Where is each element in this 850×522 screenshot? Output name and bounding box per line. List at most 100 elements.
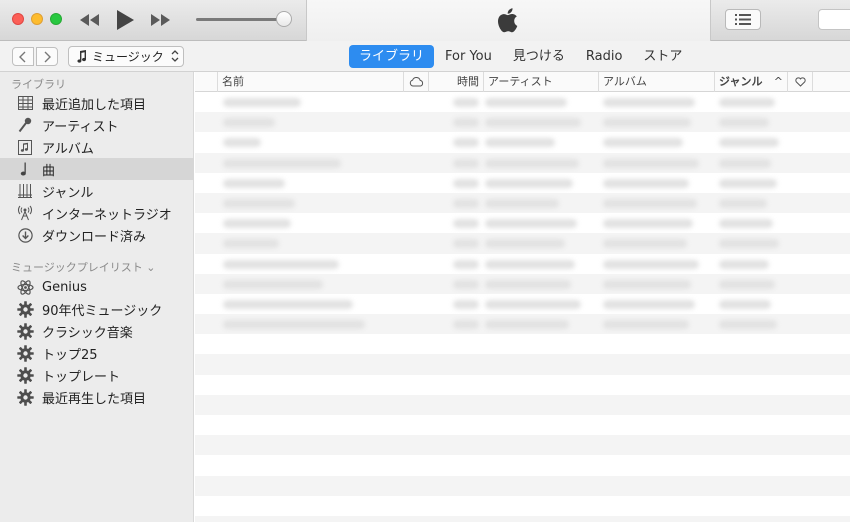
tab-browse[interactable]: 見つける: [503, 45, 575, 68]
blurred-cell: [223, 279, 323, 289]
library-section-header: ライブラリ: [11, 78, 66, 91]
sidebar-item-genius[interactable]: Genius: [0, 276, 194, 298]
volume-knob[interactable]: [276, 11, 292, 27]
playlists-section-header[interactable]: ミュージックプレイリスト ⌄: [11, 259, 156, 275]
sidebar-item-downloaded[interactable]: ダウンロード済み: [0, 224, 194, 246]
empty-row: [195, 354, 850, 375]
sidebar-item-label: ジャンル: [42, 185, 94, 201]
music-note-icon: [77, 50, 87, 63]
sidebar-item-songs[interactable]: 曲: [0, 158, 194, 180]
blurred-cell: [603, 299, 695, 309]
blurred-cell: [485, 219, 577, 229]
table-row[interactable]: [195, 152, 850, 173]
column-header-love[interactable]: [788, 72, 813, 92]
blurred-cell: [603, 158, 699, 168]
empty-row: [195, 415, 850, 435]
table-row[interactable]: [195, 213, 850, 233]
blurred-cell: [453, 198, 479, 208]
blurred-cell: [223, 178, 285, 188]
sidebar-item-classical-music[interactable]: クラシック音楽: [0, 320, 194, 342]
sidebar-item-recently-added[interactable]: 最近追加した項目: [0, 92, 194, 114]
tab-store[interactable]: ストア: [633, 45, 692, 68]
back-button[interactable]: [12, 47, 34, 66]
close-window-button[interactable]: [12, 13, 24, 25]
chevron-right-icon: [44, 51, 51, 62]
table-row[interactable]: [195, 192, 850, 214]
album-icon: [16, 138, 34, 156]
sidebar-item-artists[interactable]: アーティスト: [0, 114, 194, 136]
blurred-cell: [603, 138, 683, 148]
cloud-icon: [409, 77, 424, 87]
blurred-cell: [453, 259, 479, 269]
blurred-cell: [453, 320, 479, 330]
sidebar-item-top-rated[interactable]: トップレート: [0, 364, 194, 386]
empty-row: [195, 455, 850, 475]
sidebar-item-genres[interactable]: ジャンル: [0, 180, 194, 202]
minimize-window-button[interactable]: [31, 13, 43, 25]
blurred-cell: [223, 98, 301, 107]
blurred-cell: [453, 239, 479, 249]
empty-row: [195, 515, 850, 522]
empty-row: [195, 475, 850, 496]
gear-icon: [16, 300, 34, 318]
forward-button[interactable]: [36, 47, 58, 66]
column-header-album[interactable]: アルバム: [599, 72, 715, 92]
blurred-cell: [223, 299, 353, 309]
table-row[interactable]: [195, 92, 850, 112]
play-icon: [117, 10, 134, 30]
empty-row: [195, 394, 850, 415]
blurred-cell: [719, 198, 767, 208]
table-row[interactable]: [195, 314, 850, 335]
table-row[interactable]: [195, 233, 850, 254]
table-row[interactable]: [195, 132, 850, 152]
tab-for-you[interactable]: For You: [435, 45, 502, 68]
fast-forward-button[interactable]: [148, 8, 174, 32]
song-rows: [195, 92, 850, 522]
blurred-cell: [603, 320, 689, 330]
search-input[interactable]: [818, 9, 850, 30]
tab-library[interactable]: ライブラリ: [349, 45, 435, 68]
column-header-artist[interactable]: アーティスト: [484, 72, 599, 92]
column-header-time[interactable]: 時間: [429, 72, 484, 92]
up-next-list-button[interactable]: [725, 9, 761, 30]
rewind-button[interactable]: [77, 8, 103, 32]
sidebar-item-90s-music[interactable]: 90年代ミュージック: [0, 298, 194, 320]
navigation-bar: ミュージック ライブラリ For You 見つける Radio ストア: [0, 41, 850, 72]
title-bar: [0, 0, 850, 41]
list-view-icon: [735, 14, 751, 25]
tab-radio[interactable]: Radio: [576, 45, 633, 68]
blurred-cell: [603, 198, 697, 208]
maximize-window-button[interactable]: [50, 13, 62, 25]
blurred-cell: [603, 98, 695, 107]
blurred-cell: [223, 320, 365, 330]
media-type-picker[interactable]: ミュージック: [68, 46, 184, 67]
sidebar: ライブラリ 最近追加した項目 アーティスト アルバム 曲 ジャンル インターネッ…: [0, 72, 194, 522]
blurred-cell: [719, 219, 773, 229]
blurred-cell: [223, 198, 295, 208]
up-down-chevron-icon: [171, 50, 179, 62]
column-header-genre[interactable]: ジャンル ^: [715, 72, 788, 92]
table-row[interactable]: [195, 294, 850, 314]
sidebar-item-label: ダウンロード済み: [42, 229, 147, 245]
table-row[interactable]: [195, 254, 850, 274]
table-row[interactable]: [195, 273, 850, 294]
blurred-cell: [453, 118, 479, 128]
blurred-cell: [603, 279, 691, 289]
sidebar-item-label: 最近追加した項目: [42, 97, 147, 113]
blurred-cell: [453, 279, 479, 289]
sidebar-item-recently-played[interactable]: 最近再生した項目: [0, 386, 194, 408]
sidebar-item-internet-radio[interactable]: インターネットラジオ: [0, 202, 194, 224]
blurred-cell: [485, 138, 555, 148]
sidebar-item-albums[interactable]: アルバム: [0, 136, 194, 158]
play-button[interactable]: [112, 8, 138, 32]
blurred-cell: [453, 158, 479, 168]
grid-icon: [16, 94, 34, 112]
column-header-cloud[interactable]: [404, 72, 429, 92]
column-header-name[interactable]: 名前: [218, 72, 404, 92]
volume-slider[interactable]: [196, 18, 284, 21]
blurred-cell: [223, 239, 279, 249]
table-row[interactable]: [195, 173, 850, 193]
table-row[interactable]: [195, 112, 850, 133]
column-header-row: 名前 時間 アーティスト アルバム ジャンル ^: [195, 72, 850, 92]
sidebar-item-top-25[interactable]: トップ25: [0, 342, 194, 364]
